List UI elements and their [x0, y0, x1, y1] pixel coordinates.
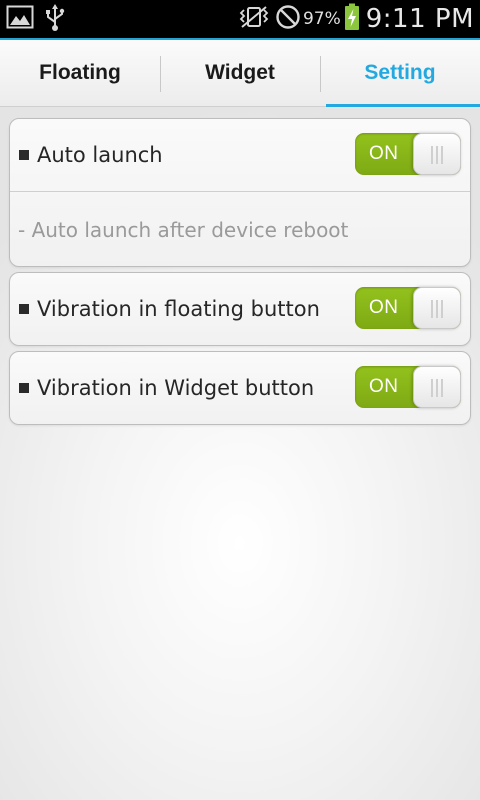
auto-launch-row: Auto launch ON [10, 119, 470, 191]
bullet-icon [19, 150, 29, 160]
vibrate-icon [237, 4, 271, 34]
status-bar-left [6, 2, 66, 36]
battery-charging-icon [344, 3, 360, 35]
vibration-floating-card: Vibration in floating button ON [9, 272, 471, 346]
auto-launch-label: Auto launch [37, 143, 163, 167]
vibration-widget-toggle[interactable]: ON [355, 366, 461, 408]
toggle-state-label: ON [369, 143, 399, 164]
vibration-floating-label: Vibration in floating button [37, 297, 320, 321]
grip-icon [431, 146, 443, 164]
toggle-state-label: ON [369, 376, 399, 397]
vibration-widget-row: Vibration in Widget button ON [10, 352, 470, 424]
battery-percent: 97% [302, 9, 341, 29]
bullet-icon [19, 383, 29, 393]
tab-bar: Floating Widget Setting [0, 40, 480, 107]
vibration-floating-row: Vibration in floating button ON [10, 273, 470, 345]
auto-launch-toggle[interactable]: ON [355, 133, 461, 175]
auto-launch-card: Auto launch ON - Auto launch after devic… [9, 118, 471, 267]
status-bar-right: 97% 9:11 PM [237, 3, 474, 35]
grip-icon [431, 300, 443, 318]
vibration-floating-toggle[interactable]: ON [355, 287, 461, 329]
auto-launch-description: - Auto launch after device reboot [18, 218, 349, 242]
tab-setting[interactable]: Setting [320, 40, 480, 107]
toggle-knob [413, 287, 461, 329]
toggle-knob [413, 133, 461, 175]
vibration-widget-card: Vibration in Widget button ON [9, 351, 471, 425]
vibration-widget-label: Vibration in Widget button [37, 376, 315, 400]
tab-widget[interactable]: Widget [160, 40, 320, 106]
status-bar: 97% 9:11 PM [0, 0, 480, 38]
toggle-state-label: ON [369, 297, 399, 318]
blocked-icon [275, 4, 301, 34]
bullet-icon [19, 304, 29, 314]
status-time: 9:11 PM [365, 4, 474, 34]
usb-icon [44, 2, 66, 36]
gallery-icon [6, 4, 34, 34]
tab-floating[interactable]: Floating [0, 40, 160, 106]
grip-icon [431, 379, 443, 397]
toggle-knob [413, 366, 461, 408]
